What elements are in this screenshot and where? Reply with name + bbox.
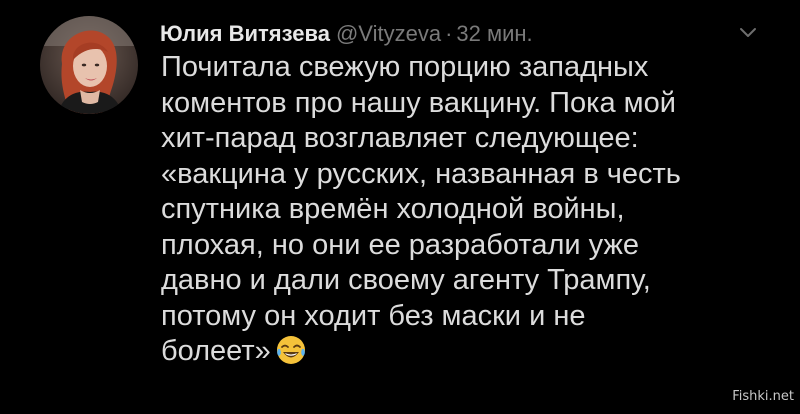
avatar[interactable] [40,16,138,114]
tweet-header: Юлия Витязева @Vityzeva · 32 мин. [160,18,730,50]
tweet-text-line: плохая, но они ее разработали уже [161,228,639,261]
chevron-down-icon [740,28,756,37]
tweet-text-line: «вакцина у русских, названная в честь [161,157,681,190]
tweet-text-line: спутника времён холодной войны, [161,193,625,225]
timestamp[interactable]: 32 мин. [456,21,532,46]
watermark: Fishki.net [732,389,794,404]
tweet-text-line: хит-парад возглавляет следующее: [161,122,639,154]
more-options-button[interactable] [735,24,761,42]
tweet-text-line: потому он ходит без маски и не [161,299,586,332]
tweet-text: Почитала свежую порцию западных коментов… [161,50,761,370]
author-handle[interactable]: @Vityzeva [336,21,441,46]
face-with-tears-of-joy-icon [275,334,307,366]
tweet-card: Юлия Витязева @Vityzeva · 32 мин. Почитала … [0,0,800,414]
tweet-text-line: Почитала свежую порцию западных [161,51,649,83]
tweet-text-line: коментов про нашу вакцину. Пока мой [161,86,676,119]
author-name[interactable]: Юлия Витязева [160,21,330,46]
separator-dot: · [445,21,453,46]
avatar-photo [40,16,138,114]
tweet-text-line: давно и дали своему агенту Трампу, [161,264,651,296]
tweet-text-line: болеет» [161,335,271,367]
tweet-text-last-line: болеет» [161,334,761,370]
